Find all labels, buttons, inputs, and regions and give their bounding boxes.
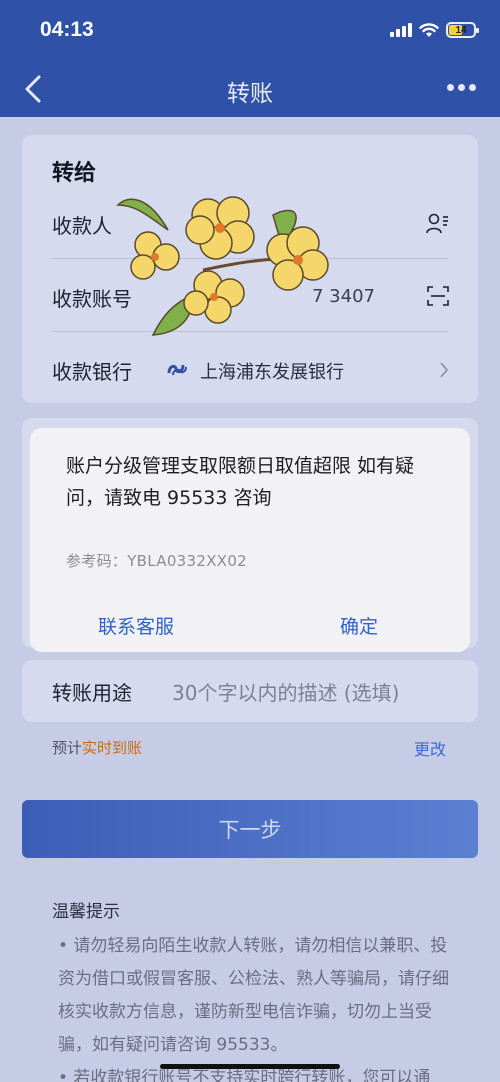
card-title: 转给 <box>52 161 97 186</box>
contact-service-button[interactable]: 联系客服 <box>98 612 174 639</box>
alert-dialog: 账户分级管理支取限额日取值超限 如有疑问，请致电 95533 咨询 参考码：YB… <box>30 428 470 652</box>
purpose-card: 转账用途 30个字以内的描述 (选填) <box>22 660 478 722</box>
ellipsis-icon[interactable] <box>447 84 476 91</box>
scan-icon[interactable] <box>426 284 450 308</box>
navbar: 转账 <box>0 62 500 117</box>
confirm-button[interactable]: 确定 <box>340 612 378 639</box>
wifi-icon <box>419 22 439 37</box>
bank-name[interactable]: 上海浦东发展银行 <box>200 358 344 384</box>
dialog-ref-code: 参考码：YBLA0332XX02 <box>66 552 248 570</box>
spdb-logo-icon <box>167 364 187 376</box>
contacts-icon[interactable] <box>426 211 450 235</box>
status-time: 04:13 <box>40 18 94 41</box>
home-indicator <box>160 1064 340 1069</box>
signal-icon <box>390 23 412 37</box>
tip-item: • 请勿轻易向陌生收款人转账，请勿相信以兼职、投资为借口或假冒客服、公检法、熟人… <box>58 936 449 1055</box>
payee-label[interactable]: 收款人 <box>52 210 112 239</box>
flower-sticker <box>116 196 329 336</box>
chevron-right-icon[interactable] <box>438 361 450 379</box>
status-bar: 04:13 14 <box>0 0 500 62</box>
eta-text: 预计实时到账 <box>52 737 142 758</box>
battery-icon: 14 <box>446 22 479 38</box>
purpose-input[interactable]: 30个字以内的描述 (选填) <box>172 677 399 706</box>
eta-highlight: 实时到账 <box>82 739 143 757</box>
dialog-message: 账户分级管理支取限额日取值超限 如有疑问，请致电 95533 咨询 <box>66 455 415 509</box>
battery-level: 14 <box>455 24 467 36</box>
page-title: 转账 <box>227 81 273 107</box>
next-button[interactable]: 下一步 <box>22 800 478 858</box>
change-link[interactable]: 更改 <box>414 736 446 760</box>
tips-body: • 请勿轻易向陌生收款人转账，请勿相信以兼职、投资为借口或假冒客服、公检法、熟人… <box>58 930 458 1082</box>
bank-label[interactable]: 收款银行 <box>52 356 132 385</box>
eta-prefix: 预计 <box>52 739 83 757</box>
tips-title: 温馨提示 <box>52 902 120 922</box>
status-icons: 14 <box>390 22 479 38</box>
purpose-label: 转账用途 <box>52 681 132 705</box>
